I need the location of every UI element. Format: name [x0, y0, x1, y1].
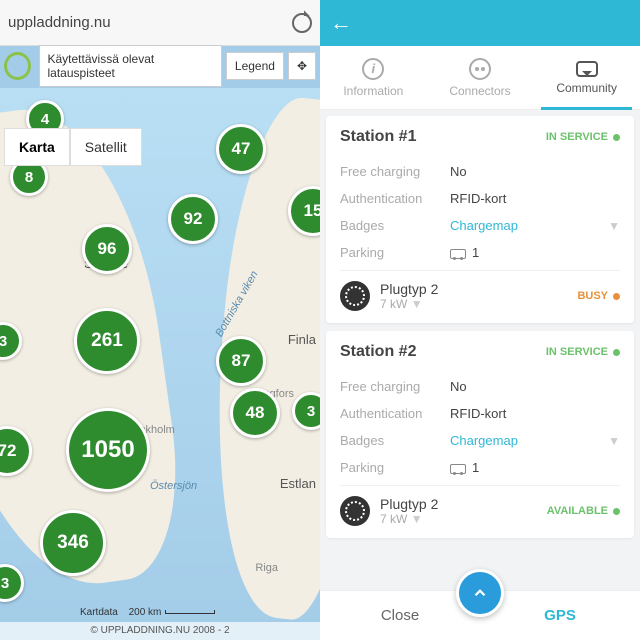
parking-value: 1: [450, 245, 620, 260]
plug-power: 7 kW ▼: [380, 512, 537, 526]
tab-information[interactable]: Information: [320, 46, 427, 109]
station-card: Station #1 IN SERVICE Free chargingNo Au…: [326, 116, 634, 323]
car-icon: [450, 249, 466, 259]
chat-icon: [576, 61, 598, 77]
cluster-marker[interactable]: 261: [74, 308, 140, 374]
site-logo-icon: [4, 52, 31, 80]
chevron-down-icon[interactable]: ▼: [608, 434, 620, 448]
row-label: Badges: [340, 433, 450, 448]
city-label: Riga: [255, 562, 278, 574]
left-panel: uppladdning.nu Käytettävissä olevat lata…: [0, 0, 320, 640]
copyright: © UPPLADDNING.NU 2008 - 2: [0, 622, 320, 640]
row-label: Badges: [340, 218, 450, 233]
scale-value: 200 km: [129, 607, 162, 618]
plug-power: 7 kW ▼: [380, 297, 567, 311]
connector-icon: [469, 58, 491, 80]
info-icon: [362, 58, 384, 80]
plug-name: Plugtyp 2: [380, 281, 567, 297]
refresh-icon[interactable]: [292, 13, 312, 33]
cluster-marker[interactable]: 1050: [66, 408, 150, 492]
chevron-down-icon: ▼: [411, 512, 423, 526]
chevron-down-icon: ▼: [411, 297, 423, 311]
parking-value: 1: [450, 460, 620, 475]
browser-bar: uppladdning.nu: [0, 0, 320, 46]
row-label: Authentication: [340, 191, 450, 206]
car-icon: [450, 464, 466, 474]
right-panel: ← Information Connectors Community Stati…: [320, 0, 640, 640]
map-type-controls: Karta Satellit: [4, 128, 142, 166]
plug-status-badge: BUSY: [577, 290, 620, 302]
legend-row: Käytettävissä olevat latauspisteet Legen…: [0, 46, 320, 86]
back-arrow-icon[interactable]: ←: [330, 10, 352, 36]
row-label: Free charging: [340, 379, 450, 394]
station-list: Station #1 IN SERVICE Free chargingNo Au…: [320, 110, 640, 590]
gps-button[interactable]: GPS: [480, 607, 640, 624]
tab-community[interactable]: Community: [533, 46, 640, 109]
row-value: RFID-kort: [450, 406, 620, 421]
status-badge: IN SERVICE: [546, 346, 620, 358]
station-title: Station #2: [340, 343, 416, 361]
status-badge: IN SERVICE: [546, 131, 620, 143]
chevron-down-icon[interactable]: ▼: [608, 219, 620, 233]
plug-row[interactable]: Plugtyp 2 7 kW ▼ BUSY: [340, 270, 620, 315]
tab-label: Connectors: [449, 84, 510, 98]
cluster-marker[interactable]: 87: [216, 336, 266, 386]
row-value: RFID-kort: [450, 191, 620, 206]
plug-status-badge: AVAILABLE: [547, 505, 620, 517]
country-label: Finla: [288, 332, 316, 347]
map-canvas[interactable]: Sverige Finla Estlan ckholm ngfors Riga …: [0, 88, 320, 640]
close-button[interactable]: Close: [320, 607, 480, 624]
satellite-button[interactable]: Satellit: [70, 128, 142, 166]
cluster-marker[interactable]: 47: [216, 124, 266, 174]
cluster-marker[interactable]: 3: [0, 564, 24, 602]
filter-chip[interactable]: Käytettävissä olevat latauspisteet: [39, 45, 222, 87]
station-card: Station #2 IN SERVICE Free chargingNo Au…: [326, 331, 634, 538]
tab-bar: Information Connectors Community: [320, 46, 640, 110]
row-label: Parking: [340, 460, 450, 475]
kartdata-label: Kartdata: [80, 607, 118, 618]
cluster-marker[interactable]: 92: [168, 194, 218, 244]
tab-connectors[interactable]: Connectors: [427, 46, 534, 109]
badges-link[interactable]: Chargemap: [450, 218, 608, 233]
country-label: Estlan: [280, 476, 316, 491]
expand-icon[interactable]: ✥: [288, 52, 316, 80]
plug-type2-icon: [340, 496, 370, 526]
cluster-marker[interactable]: 96: [82, 224, 132, 274]
badges-link[interactable]: Chargemap: [450, 433, 608, 448]
water-label: Östersjön: [150, 480, 197, 492]
plug-row[interactable]: Plugtyp 2 7 kW ▼ AVAILABLE: [340, 485, 620, 530]
expand-fab[interactable]: [456, 569, 504, 617]
row-value: No: [450, 379, 620, 394]
map-button[interactable]: Karta: [4, 128, 70, 166]
tab-label: Community: [556, 81, 617, 95]
tab-label: Information: [343, 84, 403, 98]
row-value: No: [450, 164, 620, 179]
bottom-bar: Close GPS: [320, 590, 640, 640]
station-title: Station #1: [340, 128, 416, 146]
url-text[interactable]: uppladdning.nu: [8, 14, 284, 31]
cluster-marker[interactable]: 346: [40, 510, 106, 576]
plug-name: Plugtyp 2: [380, 496, 537, 512]
row-label: Free charging: [340, 164, 450, 179]
row-label: Parking: [340, 245, 450, 260]
row-label: Authentication: [340, 406, 450, 421]
cluster-marker[interactable]: 48: [230, 388, 280, 438]
app-header: ←: [320, 0, 640, 46]
legend-button[interactable]: Legend: [226, 52, 284, 80]
plug-type2-icon: [340, 281, 370, 311]
map-scale: Kartdata 200 km: [80, 607, 215, 618]
